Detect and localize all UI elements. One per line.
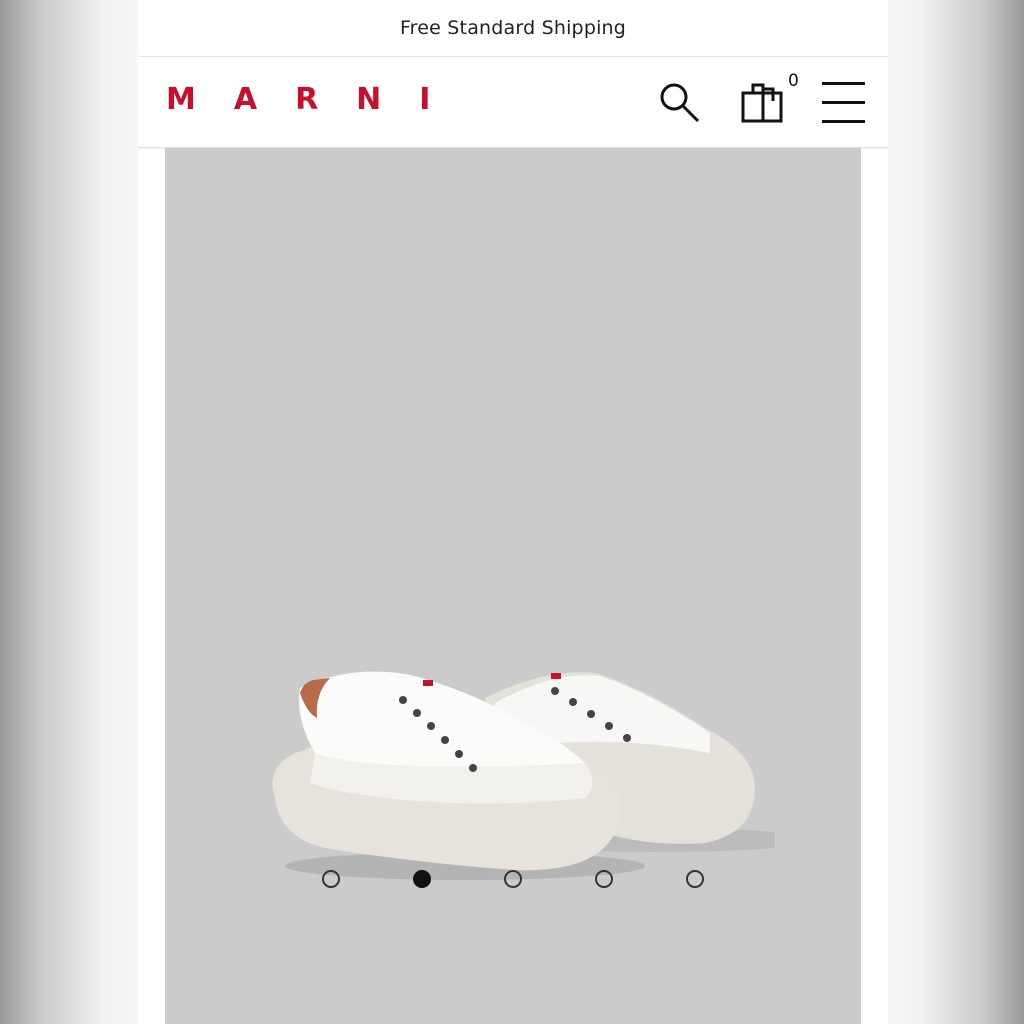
menu-bar-middle: [822, 101, 865, 104]
product-image-gallery[interactable]: [165, 148, 861, 1024]
pagination-dot-4[interactable]: [595, 870, 613, 888]
menu-bar-bottom: [822, 120, 865, 123]
menu-bar-top: [822, 82, 865, 85]
gallery-pagination: [138, 866, 888, 888]
promo-banner: Free Standard Shipping: [138, 0, 888, 55]
shopping-bag-button[interactable]: [738, 77, 790, 127]
bag-count-badge: 0: [788, 71, 799, 91]
product-image-sneakers: [272, 671, 775, 880]
search-button[interactable]: [656, 79, 702, 125]
pagination-dot-2[interactable]: [413, 870, 431, 888]
site-header: MARNI 0: [138, 56, 888, 148]
shopping-bag-icon: [741, 83, 783, 123]
brand-logo[interactable]: MARNI: [166, 85, 468, 115]
pagination-dot-3[interactable]: [504, 870, 522, 888]
pagination-dot-1[interactable]: [322, 870, 340, 888]
phone-viewport: Free Standard Shipping MARNI 0: [138, 0, 888, 1024]
pagination-dot-5[interactable]: [686, 870, 704, 888]
menu-button[interactable]: [822, 79, 866, 125]
promo-text: Free Standard Shipping: [399, 16, 627, 39]
search-icon: [660, 83, 700, 123]
